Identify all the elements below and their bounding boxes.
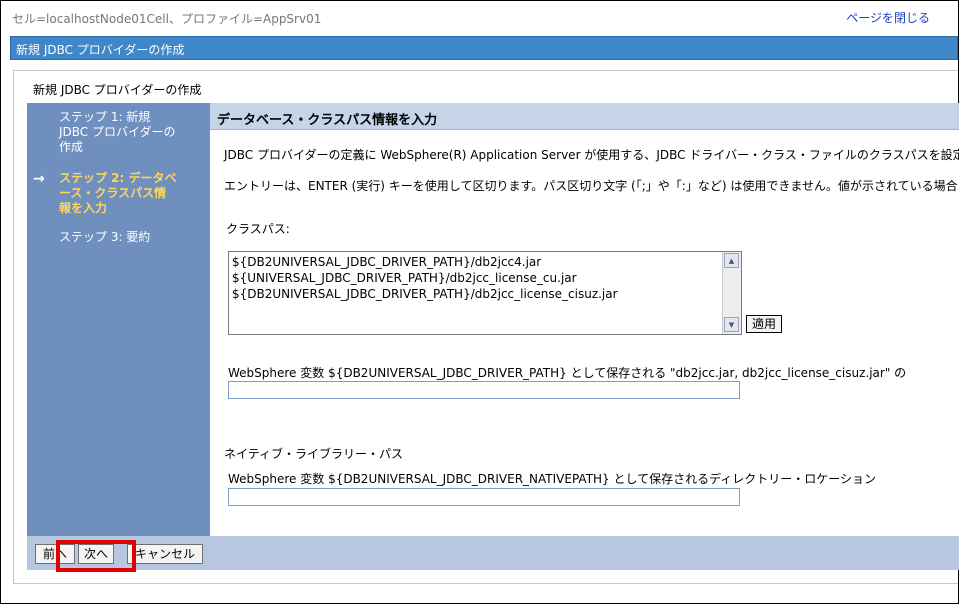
step-2-line-3: 報を入力 (59, 201, 108, 215)
step-2-line-2: ース・クラスパス情 (59, 186, 167, 200)
scroll-down-icon[interactable]: ▼ (724, 317, 739, 332)
page-title: 新規 JDBC プロバイダーの作成 (16, 43, 185, 57)
classpath-label: クラスパス: (226, 222, 290, 236)
page-title-bar: 新規 JDBC プロバイダーの作成 (10, 36, 958, 60)
wizard-step-2: ステップ 2: データベ ース・クラスパス情 報を入力 (59, 171, 177, 216)
cancel-button[interactable]: キャンセル (127, 544, 203, 564)
classpath-scrollbar[interactable]: ▲ ▼ (722, 252, 741, 334)
driver-path-input[interactable] (228, 381, 740, 399)
wizard-heading: 新規 JDBC プロバイダーの作成 (33, 83, 202, 97)
wizard-steps-sidebar: ステップ 1: 新規 JDBC プロバイダーの 作成 → ステップ 2: データ… (27, 103, 210, 536)
next-button-highlight (56, 540, 136, 572)
wizard-footer: 前へ 次へ キャンセル (27, 536, 959, 570)
section-title: データベース・クラスパス情報を入力 (217, 113, 438, 128)
top-bar: セル=localhostNode01Cell、プロファイル=AppSrv01 ペ… (10, 6, 950, 26)
section-header: データベース・クラスパス情報を入力 (210, 103, 959, 130)
step-3-line-1: ステップ 3: 要約 (59, 230, 151, 244)
native-path-label: WebSphere 変数 ${DB2UNIVERSAL_JDBC_DRIVER_… (228, 472, 877, 486)
step-2-line-1: ステップ 2: データベ (59, 171, 177, 185)
native-path-input[interactable] (228, 488, 740, 506)
wizard-step-1[interactable]: ステップ 1: 新規 JDBC プロバイダーの 作成 (59, 110, 176, 155)
classpath-line: ${UNIVERSAL_JDBC_DRIVER_PATH}/db2jcc_lic… (232, 271, 577, 285)
native-library-path-heading: ネイティブ・ライブラリー・パス (224, 447, 404, 461)
scroll-up-icon[interactable]: ▲ (724, 253, 739, 268)
step-1-line-3: 作成 (59, 140, 84, 154)
close-page-link[interactable]: ページを閉じる (846, 9, 930, 26)
wizard-step-3[interactable]: ステップ 3: 要約 (59, 230, 150, 245)
classpath-textarea[interactable]: ${DB2UNIVERSAL_JDBC_DRIVER_PATH}/db2jcc4… (228, 251, 742, 335)
description-text-1: JDBC プロバイダーの定義に WebSphere(R) Application… (224, 148, 959, 162)
step-1-line-1: ステップ 1: 新規 (59, 110, 151, 124)
current-step-arrow-icon: → (33, 171, 45, 187)
step-1-line-2: JDBC プロバイダーの (59, 125, 176, 139)
classpath-line: ${DB2UNIVERSAL_JDBC_DRIVER_PATH}/db2jcc4… (232, 255, 542, 269)
apply-button[interactable]: 適用 (746, 315, 782, 333)
description-text-2: エントリーは、ENTER (実行) キーを使用して区切ります。パス区切り文字 (… (224, 179, 958, 193)
driver-path-label: WebSphere 変数 ${DB2UNIVERSAL_JDBC_DRIVER_… (228, 366, 907, 380)
wizard-content: データベース・クラスパス情報を入力 JDBC プロバイダーの定義に WebSph… (210, 103, 959, 536)
classpath-line: ${DB2UNIVERSAL_JDBC_DRIVER_PATH}/db2jcc_… (232, 287, 618, 301)
cell-profile-info: セル=localhostNode01Cell、プロファイル=AppSrv01 (12, 12, 322, 26)
